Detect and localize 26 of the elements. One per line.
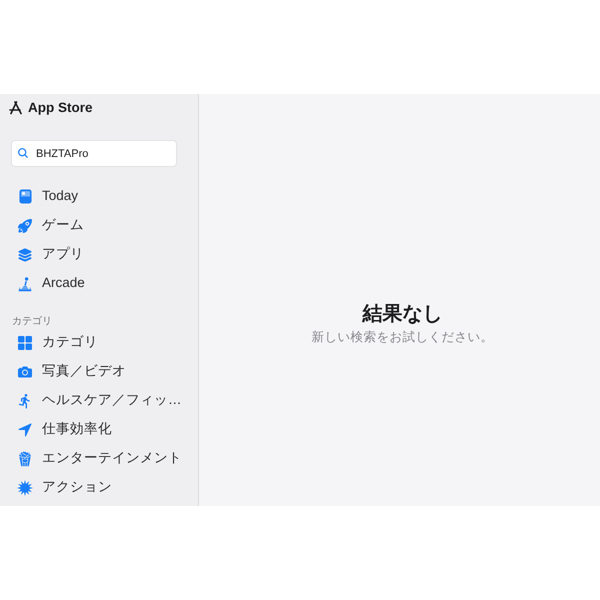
sidebar-item[interactable]: 写真／ビデオ (12, 358, 131, 385)
sidebar-item[interactable]: カテゴリ (12, 329, 103, 356)
section-heading: カテゴリ (12, 316, 52, 328)
joystick-icon (17, 276, 33, 292)
sidebar-item[interactable]: アプリ (12, 241, 89, 268)
empty-state-message: 新しい検索をお試しください。 (312, 328, 494, 346)
camera-icon (17, 364, 33, 380)
sidebar-item[interactable]: ゲーム (12, 212, 89, 239)
popcorn-icon (17, 450, 33, 466)
sidebar-item[interactable]: エンターテインメント (12, 445, 187, 472)
grid-icon (17, 334, 33, 350)
layers-icon (17, 246, 33, 262)
empty-state-title: 結果なし (362, 302, 442, 326)
search-icon (17, 147, 29, 159)
search-field[interactable]: BHZTAPro (11, 140, 177, 167)
sidebar-item[interactable]: Today (12, 183, 84, 210)
burst-icon (17, 480, 33, 496)
sidebar-item[interactable]: 仕事効率化 (12, 416, 117, 443)
app-title: App Store (28, 98, 93, 117)
today-card-icon (18, 189, 32, 204)
sidebar-item[interactable]: Arcade (12, 270, 90, 297)
navigation-arrow-icon (17, 422, 33, 438)
sidebar-item[interactable]: ヘルスケア／フィッ… (12, 387, 186, 414)
sidebar-item[interactable]: アクション (12, 474, 117, 501)
rocket-icon (17, 218, 33, 234)
app-store-logo-icon (9, 101, 23, 115)
